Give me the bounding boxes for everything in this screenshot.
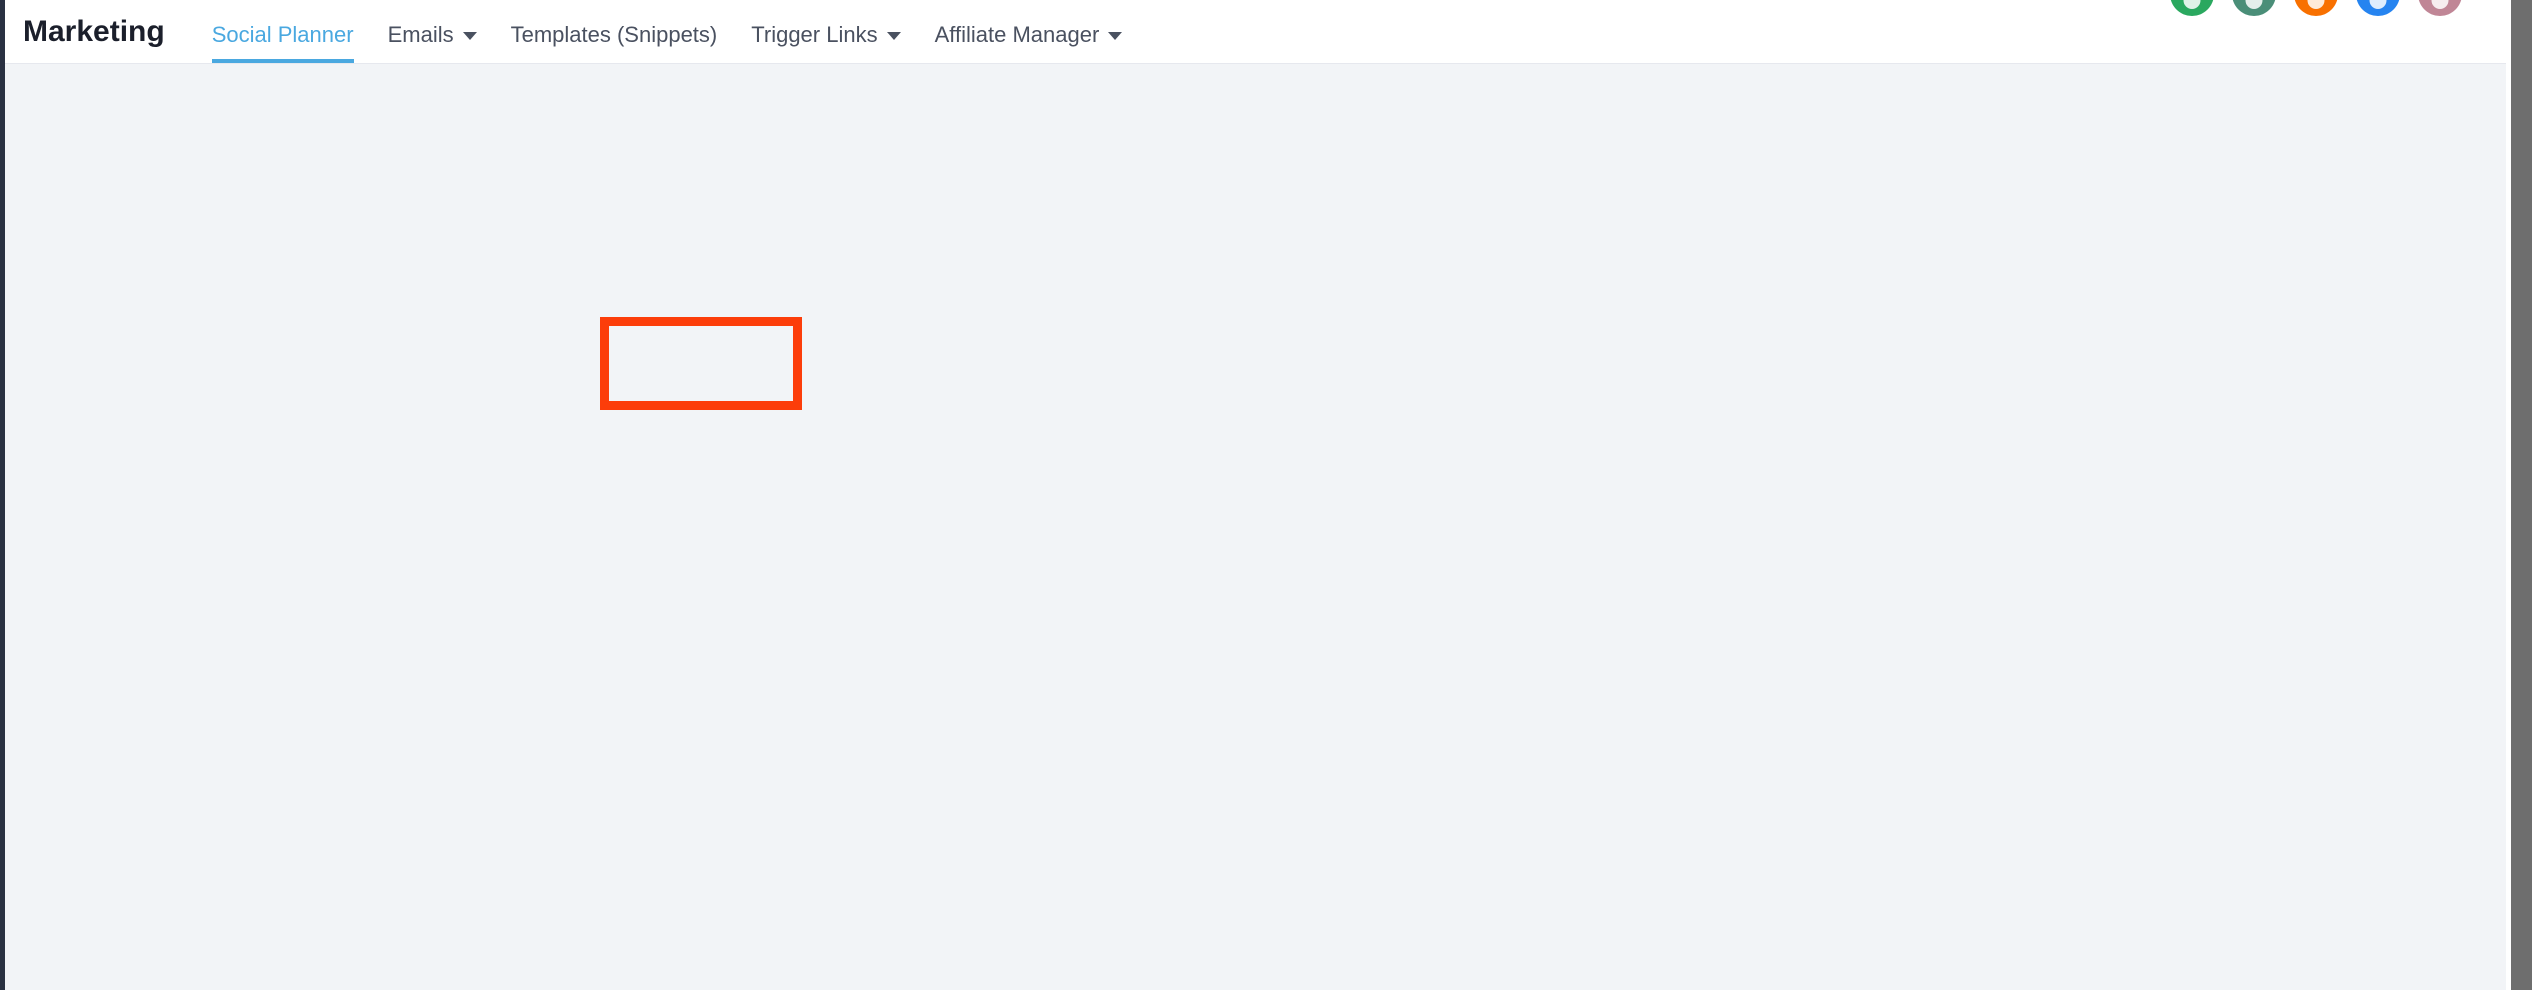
- nav-item-label: Templates (Snippets): [511, 24, 718, 46]
- top-nav-items: Social Planner Emails Templates (Snippet…: [195, 0, 1140, 63]
- nav-item-affiliate-manager[interactable]: Affiliate Manager: [918, 24, 1140, 63]
- avatar-group: [2170, 0, 2462, 16]
- avatar[interactable]: [2170, 0, 2214, 16]
- page-content: [5, 64, 2506, 990]
- nav-item-emails[interactable]: Emails: [371, 24, 494, 63]
- left-sidebar-rail: [0, 0, 5, 990]
- nav-item-trigger-links[interactable]: Trigger Links: [734, 24, 917, 63]
- top-navigation-bar: Marketing Social Planner Emails Template…: [5, 0, 2506, 64]
- nav-item-label: Emails: [388, 24, 454, 46]
- chevron-down-icon: [887, 32, 901, 40]
- nav-item-label: Social Planner: [212, 24, 354, 46]
- vertical-scrollbar[interactable]: [2506, 0, 2532, 990]
- chevron-down-icon: [463, 32, 477, 40]
- nav-item-social-planner[interactable]: Social Planner: [195, 24, 371, 63]
- scrollbar-thumb[interactable]: [2511, 0, 2532, 990]
- app-brand-title: Marketing: [23, 17, 165, 63]
- chevron-down-icon: [1108, 32, 1122, 40]
- nav-item-label: Trigger Links: [751, 24, 877, 46]
- nav-item-templates-snippets[interactable]: Templates (Snippets): [494, 24, 735, 63]
- avatar[interactable]: [2232, 0, 2276, 16]
- avatar[interactable]: [2418, 0, 2462, 16]
- avatar[interactable]: [2294, 0, 2338, 16]
- nav-item-label: Affiliate Manager: [935, 24, 1100, 46]
- avatar[interactable]: [2356, 0, 2400, 16]
